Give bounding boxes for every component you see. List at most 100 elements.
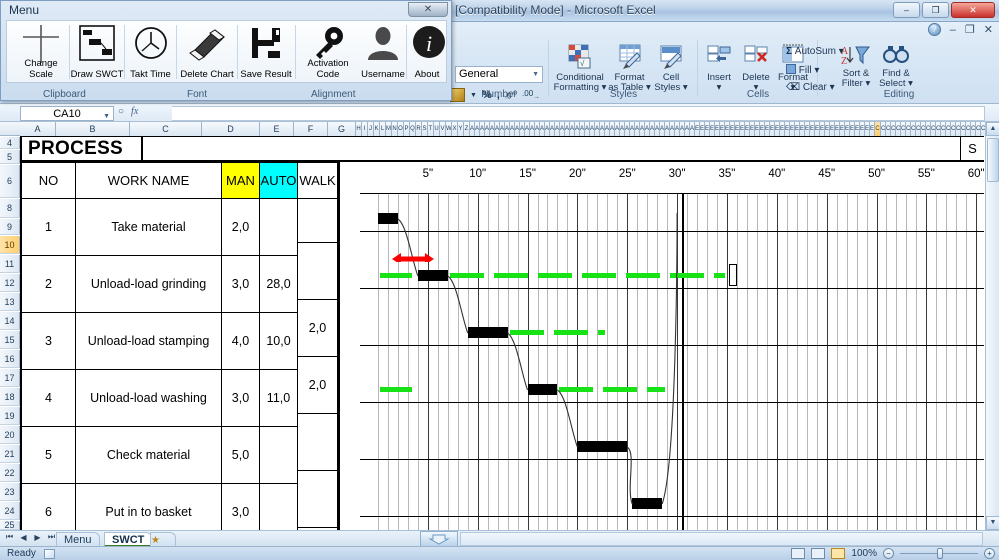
sheet-tab-swct[interactable]: SWCT [104, 532, 153, 547]
row-header-24[interactable]: 24 [0, 502, 20, 520]
cell-auto[interactable]: 28,0 [260, 256, 298, 313]
column-header-a[interactable]: A [20, 122, 56, 136]
normal-view-button[interactable] [791, 548, 806, 559]
sheet-tab-menu[interactable]: Menu [56, 532, 100, 547]
name-box[interactable]: CA10 ▼ [20, 106, 114, 121]
row-header-5[interactable]: 5 [0, 150, 20, 164]
cell-auto[interactable] [260, 484, 298, 530]
process-title-cell[interactable]: PROCESS [20, 136, 143, 162]
row-header-23[interactable]: 23 [0, 483, 20, 501]
row-header-25[interactable]: 25 [0, 521, 20, 530]
username-button[interactable]: Username [360, 23, 406, 81]
worksheet-grid[interactable]: PROCESS S NO WORK NAME MAN AUTO WALK 1 Take m… [20, 136, 985, 530]
row-header-22[interactable]: 22 [0, 464, 20, 482]
cell-no[interactable]: 6 [20, 484, 76, 530]
cell-no[interactable]: 1 [20, 199, 76, 256]
row-header-6[interactable]: 6 [0, 165, 20, 198]
cell-work[interactable]: Put in to basket [76, 484, 222, 530]
row-header-21[interactable]: 21 [0, 445, 20, 463]
minimize-button[interactable]: – [893, 2, 920, 18]
column-header-b[interactable]: B [56, 122, 130, 136]
zoom-out-button[interactable]: − [883, 548, 894, 559]
column-header-d[interactable]: D [202, 122, 260, 136]
cell-no[interactable]: 4 [20, 370, 76, 427]
cell-no[interactable]: 2 [20, 256, 76, 313]
page-layout-view-button[interactable] [811, 548, 826, 559]
scroll-down-button[interactable]: ▼ [986, 516, 999, 530]
activation-code-button[interactable]: Activation Code [296, 23, 360, 81]
cell-auto[interactable]: 10,0 [260, 313, 298, 370]
cell-auto[interactable] [260, 427, 298, 484]
cell-work[interactable]: Check material [76, 427, 222, 484]
cell-walk[interactable] [298, 414, 338, 471]
insert-function-icon[interactable]: fx [131, 106, 138, 117]
fill-button[interactable]: Fill ▾ [786, 64, 819, 76]
row-header-15[interactable]: 15 [0, 331, 20, 349]
cell-man[interactable]: 4,0 [222, 313, 260, 370]
column-header-g[interactable]: G [328, 122, 356, 136]
insert-worksheet-button[interactable]: ★ [150, 532, 176, 547]
cell-no[interactable]: 3 [20, 313, 76, 370]
zoom-slider-knob[interactable] [937, 548, 943, 559]
cell-work[interactable]: Unload-load stamping [76, 313, 222, 370]
row-header-20[interactable]: 20 [0, 426, 20, 444]
column-header-e[interactable]: E [260, 122, 294, 136]
row-header-11[interactable]: 11 [0, 255, 20, 273]
tab-navigation-buttons[interactable]: ⏮ ◀ ▶ ⏭ [3, 532, 58, 542]
vertical-scroll-thumb[interactable] [987, 138, 999, 182]
cell-man[interactable]: 3,0 [222, 484, 260, 530]
cell-walk[interactable] [298, 243, 338, 300]
delete-chart-button[interactable]: Delete Chart [177, 23, 237, 81]
draw-swct-button[interactable]: Draw SWCT [70, 23, 124, 81]
table-header-walk[interactable]: WALK [298, 162, 338, 199]
cell-man[interactable]: 5,0 [222, 427, 260, 484]
save-result-button[interactable]: Save Result [238, 23, 294, 81]
row-header-19[interactable]: 19 [0, 407, 20, 425]
column-header-f[interactable]: F [294, 122, 328, 136]
row-header-4[interactable]: 4 [0, 137, 20, 149]
column-header-c[interactable]: C [130, 122, 202, 136]
inner-minimize-button[interactable]: – [950, 24, 956, 36]
row-header-17[interactable]: 17 [0, 369, 20, 387]
horizontal-scroll-thumb[interactable] [420, 531, 458, 547]
about-button[interactable]: i About [407, 23, 447, 81]
row-header-14[interactable]: 14 [0, 312, 20, 330]
table-header-work[interactable]: WORK NAME [76, 162, 222, 199]
macro-record-icon[interactable] [44, 549, 55, 559]
close-button[interactable]: ✕ [951, 2, 995, 18]
cell-auto[interactable]: 11,0 [260, 370, 298, 427]
cell-work[interactable]: Unload-load washing [76, 370, 222, 427]
cell-work[interactable]: Take material [76, 199, 222, 256]
swct-chart[interactable]: 5" 10" 15" 20" 25" 30" 35" 40" 45" 50" 55" 60" [360, 162, 984, 530]
cell-walk[interactable] [298, 471, 338, 528]
zoom-slider[interactable] [900, 548, 978, 559]
cell-work[interactable]: Unload-load grinding [76, 256, 222, 313]
table-header-auto[interactable]: AUTO [260, 162, 298, 199]
active-cell-cursor[interactable] [728, 264, 737, 286]
row-header-8[interactable]: 8 [0, 199, 20, 218]
next-sheet-icon[interactable]: ▶ [31, 533, 44, 542]
prev-sheet-icon[interactable]: ◀ [17, 533, 30, 542]
row-header-12[interactable]: 12 [0, 274, 20, 292]
row-header-18[interactable]: 18 [0, 388, 20, 406]
scroll-up-button[interactable]: ▲ [986, 122, 999, 136]
far-right-cell[interactable]: S [960, 136, 984, 162]
page-break-preview-button[interactable] [831, 548, 846, 559]
inner-close-button[interactable]: ✕ [984, 23, 993, 36]
horizontal-scrollbar[interactable] [460, 532, 983, 546]
takt-time-button[interactable]: Takt Time [125, 23, 176, 81]
cell-no[interactable]: 5 [20, 427, 76, 484]
cell-walk[interactable] [298, 199, 338, 243]
expand-formula-bar-icon[interactable]: ○ [118, 106, 124, 117]
help-icon[interactable]: ? [927, 23, 941, 36]
table-header-man[interactable]: MAN [222, 162, 260, 199]
row-header-10[interactable]: 10 [0, 236, 20, 254]
first-sheet-icon[interactable]: ⏮ [3, 532, 16, 542]
row-header-13[interactable]: 13 [0, 293, 20, 311]
cell-walk[interactable]: 2,0 [298, 300, 338, 357]
cell-man[interactable]: 3,0 [222, 370, 260, 427]
cell-walk[interactable]: 2,0 [298, 357, 338, 414]
formula-input[interactable] [172, 106, 985, 121]
swct-menu-window[interactable]: Menu ✕ Change Scale Draw SWCT Takt Time … [0, 0, 452, 101]
row-header-9[interactable]: 9 [0, 219, 20, 235]
